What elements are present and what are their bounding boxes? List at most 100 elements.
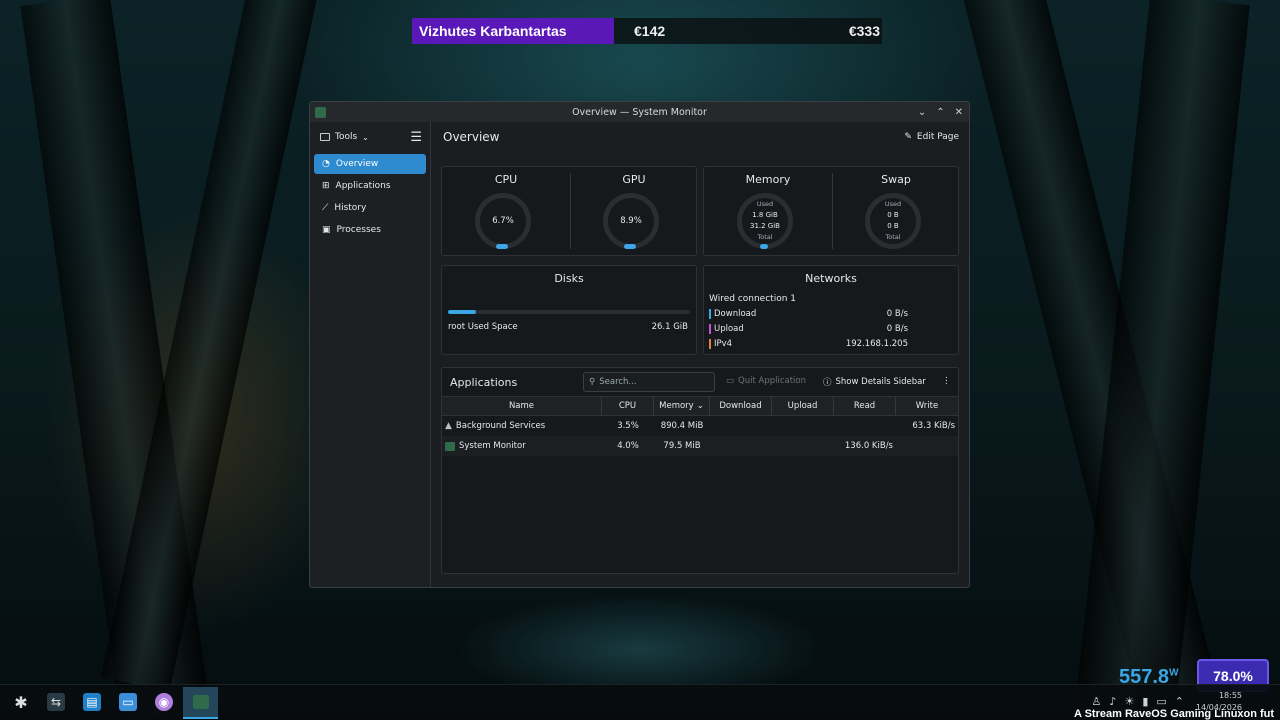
toolbox-icon bbox=[320, 133, 330, 141]
sidebar-item-label: History bbox=[334, 203, 367, 213]
column-upload[interactable]: Upload bbox=[772, 397, 834, 415]
app-memory: 79.5 MiB bbox=[663, 441, 701, 451]
brightness-icon[interactable]: ☀ bbox=[1124, 695, 1134, 708]
gpu-value: 8.9% bbox=[620, 216, 642, 226]
network-row-value: 0 B/s bbox=[886, 324, 908, 334]
hamburger-menu-icon[interactable]: ☰ bbox=[410, 130, 422, 145]
swap-total-label: Total bbox=[885, 233, 901, 241]
sidebar-item-overview[interactable]: ◔ Overview bbox=[314, 154, 426, 174]
app-memory: 890.4 MiB bbox=[660, 421, 704, 431]
gpu-title: GPU bbox=[622, 173, 646, 186]
app-name: Background Services bbox=[455, 421, 546, 431]
network-row-download: Download 0 B/s bbox=[709, 309, 908, 319]
application-launcher-icon[interactable]: ✱ bbox=[12, 693, 30, 712]
table-header: Name CPU Memory ⌄ Download Upload Read Wr… bbox=[442, 396, 958, 416]
browser-icon[interactable]: ◉ bbox=[155, 693, 173, 711]
quit-application-button[interactable]: ▭ Quit Application bbox=[726, 376, 806, 386]
grid-icon: ⊞ bbox=[322, 181, 330, 191]
chevron-down-icon: ⌄ bbox=[362, 132, 369, 142]
network-row-ipv4: IPv4 192.168.1.205 bbox=[709, 339, 908, 349]
applications-card: Applications ⚲ Search... ▭ Quit Applicat… bbox=[441, 367, 959, 574]
display-icon[interactable]: ▭ bbox=[1156, 695, 1166, 708]
sort-chevron-icon: ⌄ bbox=[696, 401, 704, 411]
app-read: 136.0 KiB/s bbox=[844, 441, 893, 451]
memory-used: 1.8 GiB bbox=[752, 211, 778, 219]
file-manager-icon[interactable]: ▭ bbox=[119, 693, 137, 711]
sidebar-item-label: Processes bbox=[336, 225, 381, 235]
table-row[interactable]: System Monitor 4.0% 79.5 MiB 136.0 KiB/s bbox=[442, 436, 958, 456]
discover-store-icon[interactable]: ▤ bbox=[83, 693, 101, 711]
column-memory-label: Memory bbox=[659, 401, 694, 411]
cpu-gpu-card: CPU 6.7% GPU 8.9% bbox=[441, 166, 697, 256]
tools-menu-button[interactable]: Tools ⌄ bbox=[320, 132, 369, 142]
overlay-value-b: €333 bbox=[848, 23, 880, 39]
title-bar[interactable]: Overview — System Monitor ⌄ ⌃ ✕ bbox=[310, 102, 969, 122]
network-row-label: Download bbox=[714, 309, 757, 319]
column-read[interactable]: Read bbox=[834, 397, 896, 415]
clock-time: 18:55 bbox=[1218, 691, 1242, 700]
system-monitor-app-icon bbox=[192, 695, 209, 709]
table-row[interactable]: ▲ Background Services 3.5% 890.4 MiB 63.… bbox=[442, 416, 958, 436]
user-icon[interactable]: ♙ bbox=[1092, 695, 1102, 708]
swap-title: Swap bbox=[881, 173, 911, 186]
quit-label: Quit Application bbox=[738, 376, 806, 386]
memory-swap-card: Memory Used 1.8 GiB 31.2 GiB Total Swap … bbox=[703, 166, 959, 256]
network-row-label: Upload bbox=[714, 324, 744, 334]
disk-label: root Used Space bbox=[448, 322, 518, 332]
network-row-value: 0 B/s bbox=[886, 309, 908, 319]
more-options-icon[interactable]: ⋮ bbox=[942, 376, 951, 386]
column-name[interactable]: Name bbox=[442, 397, 602, 415]
pencil-icon: ✎ bbox=[904, 132, 912, 142]
window-title: Overview — System Monitor bbox=[572, 106, 707, 118]
network-row-label: IPv4 bbox=[714, 339, 733, 349]
sidebar-item-label: Overview bbox=[335, 159, 379, 169]
column-cpu[interactable]: CPU bbox=[602, 397, 654, 415]
quit-icon: ▭ bbox=[726, 376, 735, 386]
applications-title: Applications bbox=[450, 375, 518, 389]
system-tray: ♙ ♪ ☀ ▮ ▭ ⌃ bbox=[1092, 695, 1184, 708]
sidebar-item-processes[interactable]: ▣ Processes bbox=[314, 220, 426, 240]
details-label: Show Details Sidebar bbox=[835, 377, 926, 387]
system-monitor-window: Overview — System Monitor ⌄ ⌃ ✕ Tools ⌄ … bbox=[309, 101, 970, 588]
close-button[interactable]: ✕ bbox=[955, 107, 963, 118]
page-title: Overview bbox=[443, 130, 500, 144]
overlay-name: Vizhutes Karbantartas bbox=[412, 18, 614, 44]
swap-used: 0 B bbox=[887, 211, 899, 219]
disk-usage-bar bbox=[448, 310, 690, 314]
window-list-icon: ▣ bbox=[322, 225, 331, 235]
edit-page-button[interactable]: ✎ Edit Page bbox=[904, 132, 959, 142]
maximize-button[interactable]: ⌃ bbox=[936, 107, 944, 118]
expand-tray-icon[interactable]: ⌃ bbox=[1175, 695, 1184, 708]
minimize-button[interactable]: ⌄ bbox=[918, 107, 926, 118]
search-placeholder: Search... bbox=[599, 377, 637, 387]
sidebar: Tools ⌄ ☰ ◔ Overview ⊞ Applications ⟋ Hi… bbox=[310, 122, 431, 587]
swap-gauge: Used 0 B 0 B Total bbox=[865, 193, 921, 249]
show-details-sidebar-button[interactable]: ⓘ Show Details Sidebar bbox=[823, 376, 926, 388]
system-monitor-task-button[interactable] bbox=[183, 687, 218, 719]
disks-title: Disks bbox=[554, 272, 584, 285]
sidebar-item-history[interactable]: ⟋ History bbox=[314, 198, 426, 218]
app-cpu: 3.5% bbox=[617, 421, 639, 431]
memory-used-label: Used bbox=[756, 200, 774, 208]
overview-icon: ◔ bbox=[322, 159, 330, 169]
cpu-title: CPU bbox=[494, 173, 518, 186]
background-services-icon: ▲ bbox=[445, 421, 452, 431]
overlay-value-a: €142 bbox=[634, 23, 666, 39]
network-connection-name: Wired connection 1 bbox=[709, 294, 796, 304]
column-memory[interactable]: Memory ⌄ bbox=[654, 397, 710, 415]
search-input[interactable]: ⚲ Search... bbox=[583, 372, 715, 392]
pager-icon[interactable]: ⇆ bbox=[47, 693, 65, 711]
volume-icon[interactable]: ♪ bbox=[1109, 695, 1116, 708]
memory-title: Memory bbox=[745, 173, 791, 186]
info-icon: ⓘ bbox=[823, 378, 832, 388]
sidebar-item-applications[interactable]: ⊞ Applications bbox=[314, 176, 426, 196]
column-write[interactable]: Write bbox=[896, 397, 958, 415]
gpu-gauge: 8.9% bbox=[603, 193, 659, 249]
disks-card: Disks root Used Space 26.1 GiB bbox=[441, 265, 697, 355]
battery-icon[interactable]: ▮ bbox=[1142, 695, 1148, 708]
column-download[interactable]: Download bbox=[710, 397, 772, 415]
main-content: Overview ✎ Edit Page CPU 6.7% GPU 8.9% M… bbox=[431, 122, 969, 587]
search-icon: ⚲ bbox=[589, 377, 596, 387]
memory-gauge: Used 1.8 GiB 31.2 GiB Total bbox=[737, 193, 793, 249]
stream-overlay-banner: Vizhutes Karbantartas €142 €333 bbox=[412, 18, 882, 44]
